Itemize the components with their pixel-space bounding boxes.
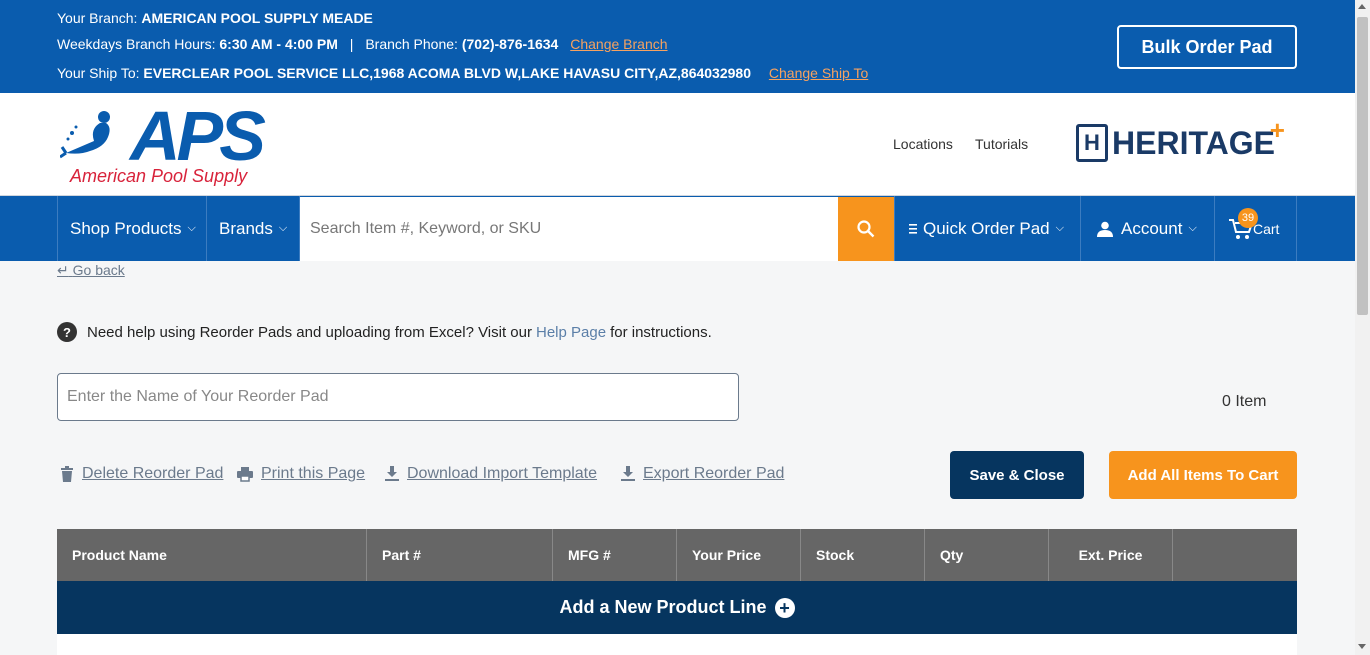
search-box	[300, 197, 838, 261]
heritage-logo[interactable]: H HERITAGE +	[1076, 115, 1285, 163]
col-product-name: Product Name	[57, 529, 367, 581]
logo-subtitle: American Pool Supply	[70, 166, 248, 186]
chevron-down-icon: ⌵	[1055, 222, 1064, 234]
branch-name: AMERICAN POOL SUPPLY MEADE	[141, 10, 373, 26]
col-part-number: Part #	[367, 529, 553, 581]
help-text-post: for instructions.	[610, 323, 712, 341]
logo-aps-text: APS	[130, 97, 266, 175]
print-page-button[interactable]: Print this Page	[237, 465, 365, 483]
trash-icon	[61, 466, 73, 482]
scroll-down-icon[interactable]	[1358, 644, 1366, 649]
printer-icon	[237, 467, 253, 482]
vertical-scrollbar[interactable]	[1355, 0, 1370, 655]
chevron-down-icon: ⌵	[1188, 222, 1197, 234]
reorder-pad-name-input[interactable]	[67, 388, 738, 406]
delete-label: Delete Reorder Pad	[82, 465, 224, 482]
save-close-button[interactable]: Save & Close	[950, 451, 1084, 499]
bulk-order-pad-button[interactable]: Bulk Order Pad	[1117, 25, 1297, 69]
mermaid-icon	[60, 111, 110, 159]
print-label: Print this Page	[261, 465, 366, 482]
download-label: Download Import Template	[407, 465, 598, 482]
search-input[interactable]	[310, 220, 838, 238]
shop-products-label: Shop Products	[70, 218, 182, 238]
ship-to-line: Your Ship To: EVERCLEAR POOL SERVICE LLC…	[57, 65, 868, 81]
branch-bar: Your Branch: AMERICAN POOL SUPPLY MEADE …	[0, 0, 1355, 93]
separator: |	[349, 36, 354, 52]
cart-label: Cart	[1253, 220, 1280, 237]
export-reorder-pad-button[interactable]: Export Reorder Pad	[621, 465, 784, 483]
add-all-to-cart-button[interactable]: Add All Items To Cart	[1109, 451, 1297, 499]
heritage-text: HERITAGE	[1112, 124, 1275, 161]
chevron-down-icon: ⌵	[187, 222, 196, 234]
branch-label: Your Branch:	[57, 10, 142, 26]
delete-reorder-pad-button[interactable]: Delete Reorder Pad	[60, 465, 223, 483]
quick-order-label: Quick Order Pad	[923, 218, 1050, 238]
table-body	[57, 634, 1297, 655]
download-icon	[385, 466, 399, 481]
search-icon	[857, 220, 875, 238]
col-qty: Qty	[925, 529, 1049, 581]
shop-products-menu[interactable]: Shop Products ⌵	[57, 196, 207, 261]
locations-link[interactable]: Locations	[893, 136, 953, 152]
download-icon	[621, 466, 635, 481]
col-your-price: Your Price	[677, 529, 801, 581]
scroll-up-icon[interactable]	[1358, 4, 1366, 9]
add-line-label: Add a New Product Line	[559, 597, 767, 617]
shipto-label: Your Ship To:	[57, 65, 144, 81]
cart-button[interactable]: Cart	[1215, 196, 1297, 261]
brands-label: Brands	[219, 218, 273, 238]
branch-info: Your Branch: AMERICAN POOL SUPPLY MEADE	[57, 10, 373, 26]
account-label: Account	[1121, 218, 1183, 238]
quick-order-pad-menu[interactable]: Quick Order Pad ⌵	[894, 196, 1081, 261]
chevron-down-icon: ⌵	[278, 222, 288, 234]
branch-hours-line: Weekdays Branch Hours: 6:30 AM - 4:00 PM…	[57, 36, 668, 52]
brands-menu[interactable]: Brands ⌵	[207, 196, 300, 261]
heritage-plus-icon: +	[1269, 115, 1285, 145]
list-icon	[909, 223, 917, 234]
cart-count-badge: 39	[1238, 208, 1258, 228]
help-text-pre: Need help using Reorder Pads and uploadi…	[87, 323, 532, 341]
table-header: Product Name Part # MFG # Your Price Sto…	[57, 529, 1297, 581]
phone-value: (702)-876-1634	[461, 36, 559, 52]
tutorials-link[interactable]: Tutorials	[975, 136, 1028, 152]
help-page-link[interactable]: Help Page	[536, 324, 606, 341]
account-menu[interactable]: Account ⌵	[1081, 196, 1215, 261]
aps-logo[interactable]: APS American Pool Supply	[60, 97, 266, 188]
hours-value: 6:30 AM - 4:00 PM	[219, 36, 338, 52]
hours-label: Weekdays Branch Hours:	[57, 36, 220, 52]
reorder-pad-name-field	[57, 373, 739, 421]
go-back-label: Go back	[72, 262, 125, 278]
phone-label: Branch Phone:	[365, 36, 462, 52]
add-product-line-button[interactable]: Add a New Product Line +	[57, 581, 1297, 634]
plus-circle-icon: +	[774, 597, 795, 618]
change-branch-link[interactable]: Change Branch	[570, 36, 667, 52]
back-arrow-icon: ↵	[57, 262, 69, 278]
heritage-h-icon: H	[1076, 124, 1108, 162]
download-import-template-button[interactable]: Download Import Template	[385, 465, 597, 483]
shipto-value: EVERCLEAR POOL SERVICE LLC,1968 ACOMA BL…	[143, 65, 751, 81]
question-icon: ?	[57, 322, 77, 342]
site-header: APS American Pool Supply Locations Tutor…	[0, 93, 1355, 195]
item-count: 0 Item	[1222, 393, 1267, 410]
user-icon	[1097, 221, 1113, 237]
col-stock: Stock	[801, 529, 925, 581]
col-actions	[1173, 529, 1297, 581]
col-mfg-number: MFG #	[553, 529, 677, 581]
scroll-thumb[interactable]	[1357, 17, 1368, 315]
main-nav: Shop Products ⌵ Brands ⌵ Quick Order Pad…	[0, 195, 1355, 261]
change-ship-to-link[interactable]: Change Ship To	[769, 65, 868, 81]
col-ext-price: Ext. Price	[1049, 529, 1173, 581]
help-notice: ? Need help using Reorder Pads and uploa…	[57, 322, 712, 342]
search-button[interactable]	[838, 197, 894, 261]
go-back-link[interactable]: ↵ Go back	[57, 262, 125, 279]
export-label: Export Reorder Pad	[643, 465, 785, 482]
